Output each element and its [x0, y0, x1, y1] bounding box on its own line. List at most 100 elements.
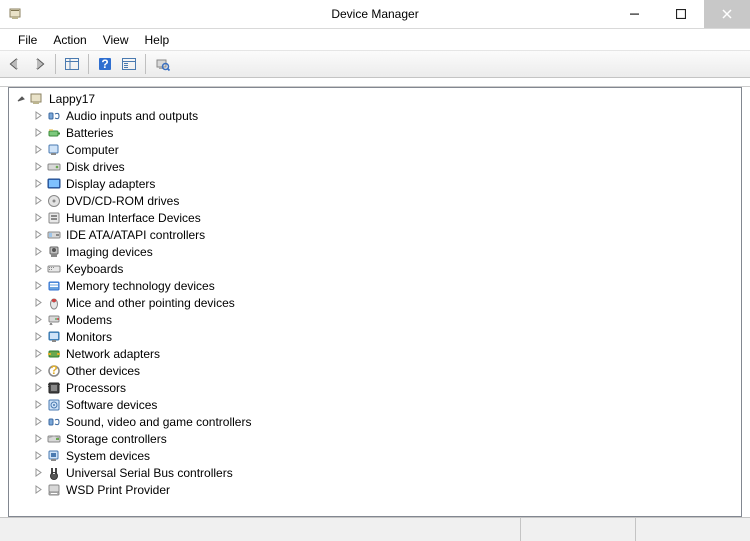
expand-icon[interactable] — [30, 244, 46, 260]
tree-category-node[interactable]: Human Interface Devices — [30, 209, 741, 226]
toolbar-separator — [88, 54, 89, 74]
tree-category-label: Human Interface Devices — [66, 211, 201, 225]
expand-icon[interactable] — [30, 465, 46, 481]
tree-category-node[interactable]: Storage controllers — [30, 430, 741, 447]
show-hide-tree-button[interactable] — [61, 53, 83, 75]
status-cell — [635, 518, 750, 541]
expand-icon[interactable] — [30, 312, 46, 328]
expand-icon[interactable] — [30, 261, 46, 277]
tree-category-label: Batteries — [66, 126, 113, 140]
status-cell — [0, 518, 520, 541]
tree-category-node[interactable]: Keyboards — [30, 260, 741, 277]
expand-icon[interactable] — [30, 159, 46, 175]
tree-category-label: IDE ATA/ATAPI controllers — [66, 228, 205, 242]
expand-icon[interactable] — [30, 380, 46, 396]
expand-icon[interactable] — [30, 414, 46, 430]
title-bar: Device Manager — [0, 0, 750, 29]
properties-button[interactable] — [118, 53, 140, 75]
tree-root-node[interactable]: Lappy17 — [13, 90, 741, 107]
expand-icon[interactable] — [30, 346, 46, 362]
tree-category-node[interactable]: Memory technology devices — [30, 277, 741, 294]
tree-category-node[interactable]: DVD/CD-ROM drives — [30, 192, 741, 209]
svg-text:?: ? — [101, 57, 108, 71]
tree-category-label: WSD Print Provider — [66, 483, 170, 497]
menu-action[interactable]: Action — [45, 31, 94, 49]
tree-category-label: Imaging devices — [66, 245, 153, 259]
expand-icon[interactable] — [30, 210, 46, 226]
expand-icon[interactable] — [30, 431, 46, 447]
category-icon — [46, 176, 62, 192]
menu-help[interactable]: Help — [137, 31, 178, 49]
tree-category-label: Storage controllers — [66, 432, 167, 446]
device-tree[interactable]: Lappy17 Audio inputs and outputs Batteri… — [8, 87, 742, 517]
expand-icon[interactable] — [30, 193, 46, 209]
collapse-icon[interactable] — [13, 91, 29, 107]
menu-bar: File Action View Help — [0, 29, 750, 50]
expand-icon[interactable] — [30, 142, 46, 158]
tree-category-node[interactable]: Sound, video and game controllers — [30, 413, 741, 430]
scan-hardware-button[interactable] — [151, 53, 173, 75]
tree-category-label: Sound, video and game controllers — [66, 415, 251, 429]
category-icon — [46, 227, 62, 243]
tree-category-node[interactable]: Universal Serial Bus controllers — [30, 464, 741, 481]
tree-category-node[interactable]: ? Other devices — [30, 362, 741, 379]
status-cell — [520, 518, 635, 541]
category-icon — [46, 108, 62, 124]
tree-category-node[interactable]: Batteries — [30, 124, 741, 141]
minimize-button[interactable] — [612, 0, 658, 28]
help-button[interactable]: ? — [94, 53, 116, 75]
tree-category-node[interactable]: Monitors — [30, 328, 741, 345]
category-icon — [46, 346, 62, 362]
expand-icon[interactable] — [30, 363, 46, 379]
maximize-button[interactable] — [658, 0, 704, 28]
category-icon — [46, 397, 62, 413]
tree-category-node[interactable]: Computer — [30, 141, 741, 158]
tree-category-node[interactable]: Network adapters — [30, 345, 741, 362]
tree-category-node[interactable]: Disk drives — [30, 158, 741, 175]
close-button[interactable] — [704, 0, 750, 28]
tree-root-label: Lappy17 — [49, 92, 95, 106]
toolbar: ? — [0, 50, 750, 78]
status-bar — [0, 517, 750, 541]
category-icon — [46, 482, 62, 498]
menu-view[interactable]: View — [95, 31, 137, 49]
forward-button[interactable] — [28, 53, 50, 75]
category-icon — [46, 159, 62, 175]
toolbar-separator — [145, 54, 146, 74]
tree-category-node[interactable]: IDE ATA/ATAPI controllers — [30, 226, 741, 243]
category-icon — [46, 448, 62, 464]
tree-category-label: Mice and other pointing devices — [66, 296, 235, 310]
category-icon — [46, 278, 62, 294]
tree-category-label: Other devices — [66, 364, 140, 378]
expand-icon[interactable] — [30, 295, 46, 311]
expand-icon[interactable] — [30, 397, 46, 413]
app-icon — [8, 6, 24, 22]
menu-file[interactable]: File — [10, 31, 45, 49]
tree-category-node[interactable]: System devices — [30, 447, 741, 464]
tree-category-label: Processors — [66, 381, 126, 395]
tree-category-node[interactable]: Display adapters — [30, 175, 741, 192]
expand-icon[interactable] — [30, 448, 46, 464]
expand-icon[interactable] — [30, 329, 46, 345]
back-button[interactable] — [4, 53, 26, 75]
expand-icon[interactable] — [30, 482, 46, 498]
expand-icon[interactable] — [30, 125, 46, 141]
tree-category-node[interactable]: Software devices — [30, 396, 741, 413]
category-icon — [46, 380, 62, 396]
tree-category-label: Monitors — [66, 330, 112, 344]
expand-icon[interactable] — [30, 108, 46, 124]
category-icon — [46, 465, 62, 481]
tree-category-node[interactable]: Mice and other pointing devices — [30, 294, 741, 311]
category-icon — [46, 142, 62, 158]
tree-category-node[interactable]: Audio inputs and outputs — [30, 107, 741, 124]
tree-container: Lappy17 Audio inputs and outputs Batteri… — [0, 87, 750, 517]
tree-category-label: Software devices — [66, 398, 157, 412]
tree-category-node[interactable]: Modems — [30, 311, 741, 328]
tree-category-node[interactable]: Processors — [30, 379, 741, 396]
tree-category-node[interactable]: WSD Print Provider — [30, 481, 741, 498]
expand-icon[interactable] — [30, 227, 46, 243]
toolbar-separator — [55, 54, 56, 74]
expand-icon[interactable] — [30, 278, 46, 294]
tree-category-node[interactable]: Imaging devices — [30, 243, 741, 260]
expand-icon[interactable] — [30, 176, 46, 192]
